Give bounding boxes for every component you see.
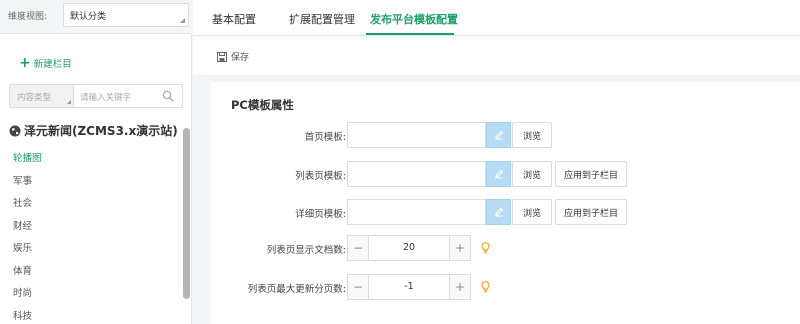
dimension-view-row: 维度视图: 默认分类 [0,0,192,34]
list-count-label: 列表页显示文档数: [266,245,346,256]
detail-template-input[interactable] [347,199,486,225]
lightbulb-icon[interactable] [481,281,490,293]
list-pages-row: 列表页最大更新分页数: − -1 + [211,274,800,300]
dimension-view-select[interactable]: 默认分类 [63,3,189,27]
tab-template-config[interactable]: 发布平台模板配置 [370,11,458,27]
increment-button[interactable]: + [449,236,470,260]
browse-button[interactable]: 浏览 [512,122,552,148]
decrement-button[interactable]: − [348,275,369,299]
edit-template-button[interactable] [486,161,511,187]
site-node[interactable]: 泽元新闻(ZCMS3.x演示站) [9,122,178,139]
apply-to-children-button[interactable]: 应用到子栏目 [555,199,627,225]
tree-item[interactable]: 军事 [13,173,42,196]
apply-to-children-button[interactable]: 应用到子栏目 [555,161,627,187]
tree-item[interactable]: 科技 [13,308,42,324]
tree-item[interactable]: 时尚 [13,285,42,308]
toolbar: 保存 [193,37,800,75]
save-icon [217,51,227,62]
dimension-view-label: 维度视图: [8,12,48,22]
edit-template-button[interactable] [486,122,511,148]
list-template-label: 列表页模板: [295,171,346,182]
list-pages-label: 列表页最大更新分页数: [247,284,346,295]
index-template-label: 首页模板: [304,132,346,143]
tab-bar: 基本配置 扩展配置管理 发布平台模板配置 [193,0,800,36]
increment-button[interactable]: + [449,275,470,299]
sidebar-scrollbar[interactable] [183,128,190,299]
panel-title: PC模板属性 [231,98,294,112]
tree-item[interactable]: 娱乐 [13,240,42,263]
tree-item[interactable]: 轮播图 [13,150,42,173]
pencil-icon [494,169,503,179]
dimension-view-value: 默认分类 [70,12,107,22]
site-title: 泽元新闻(ZCMS3.x演示站) [24,124,178,138]
list-count-row: 列表页显示文档数: − 20 + [211,235,800,261]
column-sidebar: 维度视图: 默认分类 + 新建栏目 内容类型 请输入关键字 泽元新闻(ZCMS3… [0,0,192,324]
resize-corner-icon [180,18,185,23]
lightbulb-icon[interactable] [481,242,490,254]
tab-extended-config[interactable]: 扩展配置管理 [289,11,355,27]
tab-basic-config[interactable]: 基本配置 [212,11,256,27]
globe-icon [9,125,21,136]
list-count-value[interactable]: 20 [369,242,449,253]
list-template-input[interactable] [347,161,486,187]
pencil-icon [494,130,503,140]
template-panel: PC模板属性 首页模板: 浏览 列表页模板: 浏览 应用到子栏目 详细页模板: … [211,82,800,324]
list-count-stepper[interactable]: − 20 + [347,235,471,261]
plus-icon: + [19,55,31,71]
detail-template-row: 详细页模板: 浏览 应用到子栏目 [211,199,800,225]
new-column-button[interactable]: + 新建栏目 [19,56,72,70]
resize-corner-icon [67,100,71,104]
search-icon[interactable] [162,90,174,102]
column-tree: 轮播图 军事 社会 财经 娱乐 体育 时尚 科技 [13,150,42,324]
save-button[interactable]: 保存 [217,50,249,63]
save-label: 保存 [231,53,250,63]
browse-button[interactable]: 浏览 [512,161,552,187]
index-template-input[interactable] [347,122,486,148]
active-tab-indicator [366,33,454,35]
browse-button[interactable]: 浏览 [512,199,552,225]
tree-item[interactable]: 体育 [13,263,42,286]
column-filter: 内容类型 请输入关键字 [9,84,183,108]
decrement-button[interactable]: − [348,236,369,260]
keyword-input[interactable]: 请输入关键字 [80,91,131,103]
index-template-row: 首页模板: 浏览 [211,122,800,148]
tree-item[interactable]: 财经 [13,218,42,241]
list-template-row: 列表页模板: 浏览 应用到子栏目 [211,161,800,187]
content-type-select[interactable]: 内容类型 [10,85,74,107]
tree-item[interactable]: 社会 [13,195,42,218]
pencil-icon [494,207,503,217]
list-pages-stepper[interactable]: − -1 + [347,274,471,300]
new-column-label: 新建栏目 [33,59,72,70]
edit-template-button[interactable] [486,199,511,225]
list-pages-value[interactable]: -1 [369,281,449,292]
detail-template-label: 详细页模板: [295,209,346,220]
content-type-placeholder: 内容类型 [17,93,52,103]
